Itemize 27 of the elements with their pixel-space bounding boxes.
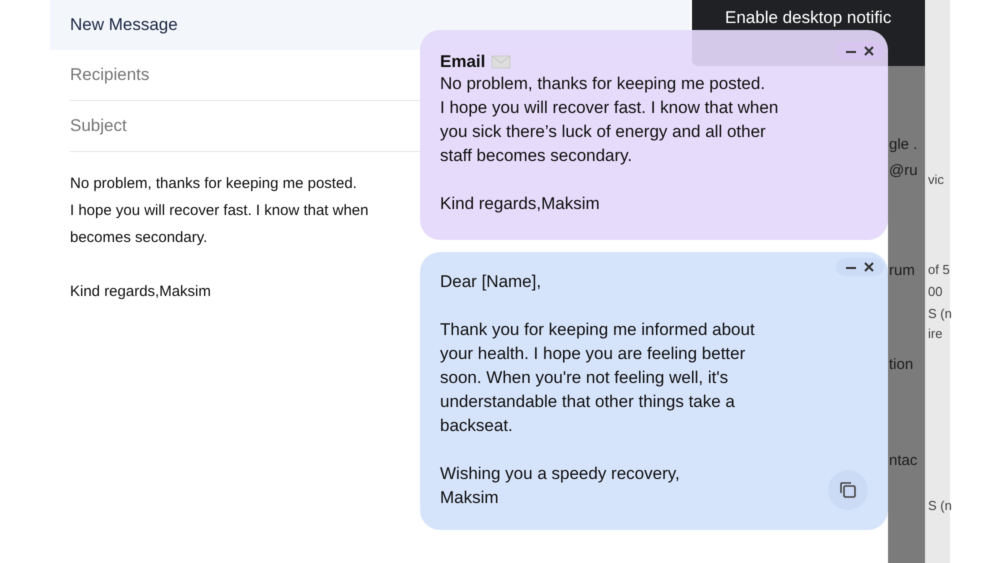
close-icon[interactable] (862, 260, 876, 274)
message-line: I hope you will recover fast. I know that when (70, 201, 368, 221)
notification-text: Enable desktop notific (725, 8, 892, 28)
copy-icon (838, 480, 858, 500)
side-text: 00 (928, 284, 942, 299)
card-title: Email (440, 52, 486, 72)
side-text: gle . (889, 136, 918, 153)
side-text: rum (889, 262, 915, 279)
side-text: ntac (889, 452, 918, 469)
side-text: of 5 (928, 262, 950, 277)
side-text: S (n (928, 306, 952, 321)
side-text: ire (928, 326, 942, 341)
recipients-field[interactable]: Recipients (70, 65, 370, 85)
close-icon[interactable] (862, 44, 876, 58)
signature-line: Kind regards,Maksim (70, 282, 211, 302)
email-text: No problem, thanks for keeping me posted. I hope you will recover fast. I know that when you sick there’s luck of energy and all other staff becomes secondary. Kind regards,Maksim (440, 73, 778, 215)
reply-text: Dear [Name], Thank you for keeping me informed about your health. I hope you are feeling better soon. When you're not feeling well, it's understandable that other things take a backseat. Wishing you a speedy recovery, Maksim (440, 271, 755, 509)
side-text: S (n (928, 498, 952, 513)
side-text: @ru (889, 162, 918, 179)
side-text: vic (928, 172, 944, 187)
message-line: becomes secondary. (70, 228, 208, 248)
subject-field[interactable]: Subject (70, 116, 370, 136)
side-text: tion (889, 356, 914, 373)
window-title: New Message (70, 15, 178, 35)
envelope-icon (491, 55, 512, 69)
message-line: No problem, thanks for keeping me posted. (70, 174, 357, 194)
copy-button[interactable] (828, 470, 868, 510)
